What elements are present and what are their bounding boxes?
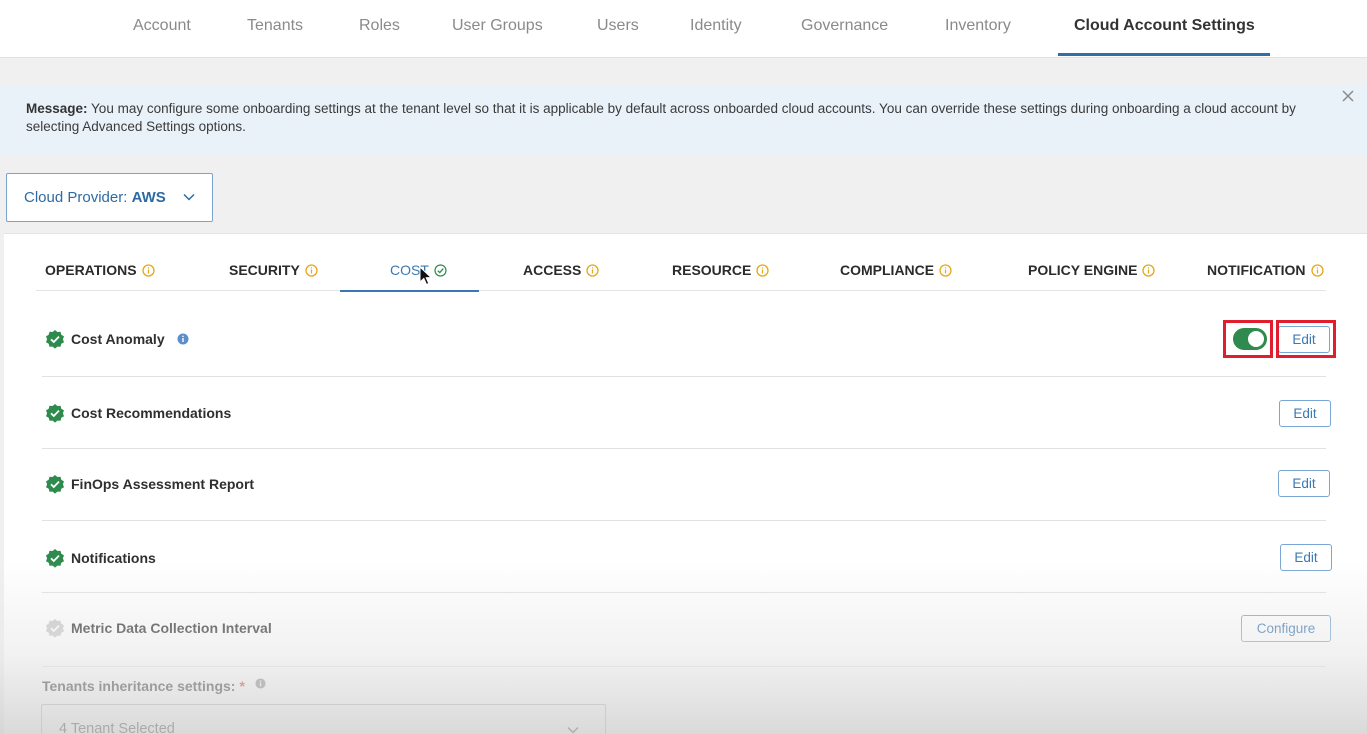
verified-badge-icon: [46, 404, 64, 423]
tab-notification[interactable]: NOTIFICATION: [1207, 260, 1324, 280]
nav-roles[interactable]: Roles: [359, 0, 400, 56]
nav-governance[interactable]: Governance: [801, 0, 888, 56]
warning-info-icon: [305, 263, 318, 277]
tab-operations[interactable]: OPERATIONS: [45, 260, 155, 280]
check-circle-icon: [434, 263, 447, 277]
setting-label: Metric Data Collection Interval: [71, 620, 272, 636]
cloud-provider-value: AWS: [131, 189, 166, 206]
nav-cloud-account-settings[interactable]: Cloud Account Settings: [1074, 0, 1255, 56]
row-divider: [42, 448, 1326, 449]
nav-account[interactable]: Account: [133, 0, 191, 56]
warning-info-icon: [586, 263, 600, 277]
warning-info-icon: [756, 263, 770, 277]
highlight-box-edit: [1276, 320, 1336, 358]
top-navigation: Account Tenants Roles User Groups Users …: [0, 0, 1367, 58]
verified-badge-icon: [46, 549, 64, 568]
row-divider: [42, 592, 1326, 593]
message-banner: Message: You may configure some onboardi…: [0, 85, 1367, 155]
tab-label: OPERATIONS: [45, 262, 137, 278]
configure-metric-interval-button[interactable]: Configure: [1241, 615, 1331, 642]
tenants-inheritance-label: Tenants inheritance settings: *: [42, 677, 266, 694]
cloud-provider-select[interactable]: Cloud Provider: AWS: [6, 173, 213, 222]
edit-cost-recommendations-button[interactable]: Edit: [1279, 400, 1331, 427]
active-tab-underline: [340, 290, 479, 292]
info-icon[interactable]: [177, 333, 189, 345]
cloud-provider-label: Cloud Provider: AWS: [24, 189, 166, 206]
setting-label: FinOps Assessment Report: [71, 476, 255, 492]
setting-notifications: Notifications: [45, 548, 156, 568]
verified-badge-icon: [46, 475, 64, 494]
row-divider: [42, 376, 1326, 377]
nav-tenants[interactable]: Tenants: [247, 0, 303, 56]
tab-compliance[interactable]: COMPLIANCE: [840, 260, 952, 280]
tab-label: NOTIFICATION: [1207, 262, 1306, 278]
warning-info-icon: [1142, 263, 1156, 277]
chevron-down-icon: [567, 726, 579, 734]
setting-label: Notifications: [71, 550, 156, 566]
info-icon[interactable]: [255, 677, 266, 689]
message-body: You may configure some onboarding settin…: [26, 101, 1296, 134]
warning-info-icon: [939, 263, 952, 277]
highlight-box-toggle: [1223, 320, 1273, 358]
setting-label: Cost Recommendations: [71, 405, 232, 421]
message-prefix: Message:: [26, 101, 88, 116]
warning-info-icon: [1310, 263, 1324, 277]
tab-label: ACCESS: [523, 262, 582, 278]
cloud-provider-prefix: Cloud Provider:: [24, 189, 128, 206]
verified-badge-icon: [46, 619, 64, 638]
row-divider: [42, 520, 1326, 521]
close-icon[interactable]: [1342, 90, 1354, 102]
setting-cost-anomaly: Cost Anomaly: [45, 329, 189, 349]
mouse-pointer-icon: [419, 266, 433, 286]
tab-security[interactable]: SECURITY: [229, 260, 318, 280]
tab-label: SECURITY: [229, 262, 300, 278]
nav-users[interactable]: Users: [597, 0, 639, 56]
tab-access[interactable]: ACCESS: [523, 260, 600, 280]
tab-resource[interactable]: RESOURCE: [672, 260, 770, 280]
setting-finops-assessment-report: FinOps Assessment Report: [45, 474, 254, 494]
tenants-select[interactable]: 4 Tenant Selected: [41, 704, 606, 734]
tab-label: COMPLIANCE: [840, 262, 935, 278]
row-divider: [42, 666, 1326, 667]
inheritance-label-text: Tenants inheritance settings:: [42, 678, 236, 694]
message-text: Message: You may configure some onboardi…: [26, 100, 1336, 136]
tabs-divider: [36, 290, 1326, 291]
setting-cost-recommendations: Cost Recommendations: [45, 403, 231, 423]
required-marker: *: [239, 678, 245, 694]
setting-label: Cost Anomaly: [71, 331, 165, 347]
verified-badge-icon: [46, 330, 64, 349]
nav-inventory[interactable]: Inventory: [945, 0, 1011, 56]
nav-identity[interactable]: Identity: [690, 0, 742, 56]
tenants-select-value: 4 Tenant Selected: [59, 721, 175, 734]
nav-user-groups[interactable]: User Groups: [452, 0, 543, 56]
warning-info-icon: [141, 263, 155, 277]
chevron-down-icon: [183, 193, 195, 201]
tab-policy-engine[interactable]: POLICY ENGINE: [1028, 260, 1156, 280]
tab-label: RESOURCE: [672, 262, 752, 278]
active-nav-underline: [1058, 53, 1270, 56]
edit-notifications-button[interactable]: Edit: [1280, 544, 1332, 571]
edit-finops-assessment-report-button[interactable]: Edit: [1278, 470, 1330, 497]
tab-label: POLICY ENGINE: [1028, 262, 1138, 278]
setting-metric-data-collection-interval: Metric Data Collection Interval: [45, 618, 272, 638]
